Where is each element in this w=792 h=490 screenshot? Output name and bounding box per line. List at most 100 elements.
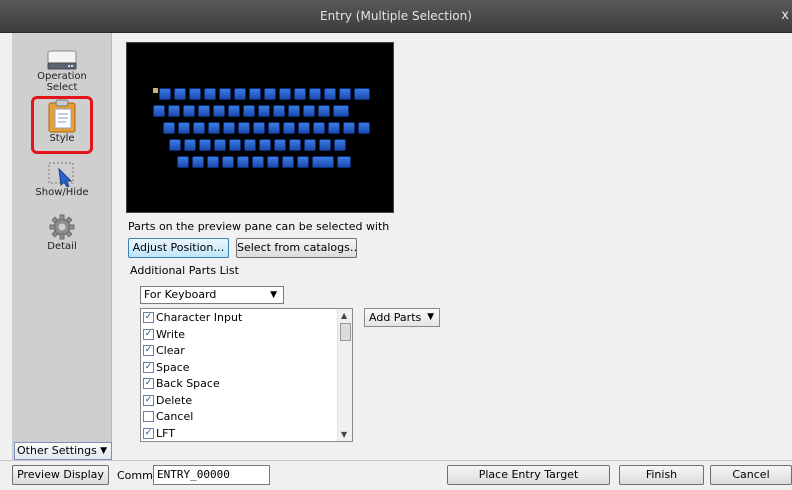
keyboard-key[interactable] (312, 156, 334, 168)
checkbox[interactable] (143, 328, 154, 340)
checkbox[interactable] (143, 378, 154, 389)
keyboard-key[interactable] (253, 122, 265, 134)
keyboard-key[interactable] (358, 122, 370, 134)
keyboard-key[interactable] (199, 139, 211, 151)
keyboard-key[interactable] (159, 88, 171, 100)
keyboard-key[interactable] (274, 139, 286, 151)
keyboard-key[interactable] (183, 105, 195, 117)
keyboard-key[interactable] (268, 122, 280, 134)
keyboard-key[interactable] (153, 105, 165, 117)
keyboard-key[interactable] (163, 122, 175, 134)
list-item[interactable]: Space (143, 360, 190, 377)
keyboard-key[interactable] (334, 139, 346, 151)
keyboard-key[interactable] (309, 88, 321, 100)
parts-category-select[interactable]: For Keyboard ▼ (140, 286, 284, 304)
keyboard-key[interactable] (294, 88, 306, 100)
checkbox[interactable] (143, 411, 154, 422)
keyboard-key[interactable] (204, 88, 216, 100)
keyboard-key[interactable] (238, 122, 250, 134)
keyboard-key[interactable] (213, 105, 225, 117)
keyboard-key[interactable] (252, 156, 264, 168)
finish-button[interactable]: Finish (619, 465, 704, 485)
list-item[interactable]: LFT (143, 426, 175, 442)
checkbox[interactable] (143, 345, 154, 356)
keyboard-key[interactable] (222, 156, 234, 168)
adjust-position-button[interactable]: Adjust Position… (128, 238, 229, 258)
keyboard-key[interactable] (214, 139, 226, 151)
preview-display-button[interactable]: Preview Display (12, 465, 109, 485)
keyboard-key[interactable] (297, 156, 309, 168)
checkbox[interactable] (143, 427, 154, 439)
keyboard-key[interactable] (328, 122, 340, 134)
list-item[interactable]: Clear (143, 343, 185, 360)
keyboard-key[interactable] (319, 139, 331, 151)
list-item[interactable]: Delete (143, 393, 192, 410)
parts-list[interactable]: Character Input Write Clear Space Back Space… (140, 308, 353, 442)
keyboard-key[interactable] (219, 88, 231, 100)
keyboard-key[interactable] (343, 122, 355, 134)
keyboard-key[interactable] (318, 105, 330, 117)
keyboard-key[interactable] (279, 88, 291, 100)
parts-list-scrollbar[interactable]: ▲ ▼ (337, 309, 352, 441)
preview-pane[interactable] (126, 42, 394, 213)
keyboard-key[interactable] (289, 139, 301, 151)
sidebar-item-operation-select[interactable]: Operation Select (12, 49, 112, 93)
keyboard-key[interactable] (282, 156, 294, 168)
list-item[interactable]: Back Space (143, 376, 220, 393)
list-item[interactable]: Cancel (143, 409, 193, 426)
keyboard-key[interactable] (273, 105, 285, 117)
keyboard-key[interactable] (234, 88, 246, 100)
keyboard-key[interactable] (303, 105, 315, 117)
keyboard-key[interactable] (264, 88, 276, 100)
keyboard-key[interactable] (243, 105, 255, 117)
keyboard-key[interactable] (169, 139, 181, 151)
keyboard-key[interactable] (189, 88, 201, 100)
keyboard-key[interactable] (288, 105, 300, 117)
keyboard-key[interactable] (258, 105, 270, 117)
keyboard-key[interactable] (198, 105, 210, 117)
keyboard-key[interactable] (324, 88, 336, 100)
sidebar-item-show-hide[interactable]: Show/Hide (12, 161, 112, 198)
keyboard-key[interactable] (339, 88, 351, 100)
keyboard-key[interactable] (259, 139, 271, 151)
keyboard-key[interactable] (354, 88, 370, 100)
keyboard-key[interactable] (249, 88, 261, 100)
scroll-up-icon[interactable]: ▲ (341, 311, 347, 320)
keyboard-key[interactable] (177, 156, 189, 168)
keyboard-key[interactable] (229, 139, 241, 151)
sidebar-item-style[interactable]: Style (12, 99, 112, 144)
comm-field[interactable]: ENTRY_00000 (153, 465, 270, 485)
keyboard-key[interactable] (244, 139, 256, 151)
keyboard-key[interactable] (208, 122, 220, 134)
list-item[interactable]: Character Input (143, 310, 242, 327)
scroll-down-icon[interactable]: ▼ (341, 430, 347, 439)
keyboard-key[interactable] (184, 139, 196, 151)
keyboard-preview[interactable] (153, 88, 370, 180)
scrollbar-thumb[interactable] (340, 323, 351, 341)
close-icon[interactable]: x (781, 8, 789, 23)
select-from-catalogs-button[interactable]: Select from catalogs… (236, 238, 357, 258)
keyboard-key[interactable] (207, 156, 219, 168)
keyboard-key[interactable] (333, 105, 349, 117)
keyboard-key[interactable] (298, 122, 310, 134)
keyboard-key[interactable] (313, 122, 325, 134)
checkbox[interactable] (143, 361, 154, 373)
list-item[interactable]: Write (143, 327, 185, 344)
keyboard-key[interactable] (283, 122, 295, 134)
other-settings-button[interactable]: Other Settings ▼ (14, 442, 112, 460)
checkbox[interactable] (143, 312, 154, 323)
keyboard-key[interactable] (174, 88, 186, 100)
keyboard-key[interactable] (337, 156, 351, 168)
keyboard-key[interactable] (237, 156, 249, 168)
checkbox[interactable] (143, 394, 154, 406)
add-parts-button[interactable]: Add Parts ▼ (364, 308, 440, 327)
keyboard-key[interactable] (193, 122, 205, 134)
keyboard-key[interactable] (223, 122, 235, 134)
keyboard-key[interactable] (178, 122, 190, 134)
cancel-button[interactable]: Cancel (710, 465, 792, 485)
keyboard-key[interactable] (267, 156, 279, 168)
keyboard-key[interactable] (228, 105, 240, 117)
keyboard-key[interactable] (192, 156, 204, 168)
place-entry-target-button[interactable]: Place Entry Target (447, 465, 610, 485)
sidebar-item-detail[interactable]: Detail (12, 213, 112, 252)
